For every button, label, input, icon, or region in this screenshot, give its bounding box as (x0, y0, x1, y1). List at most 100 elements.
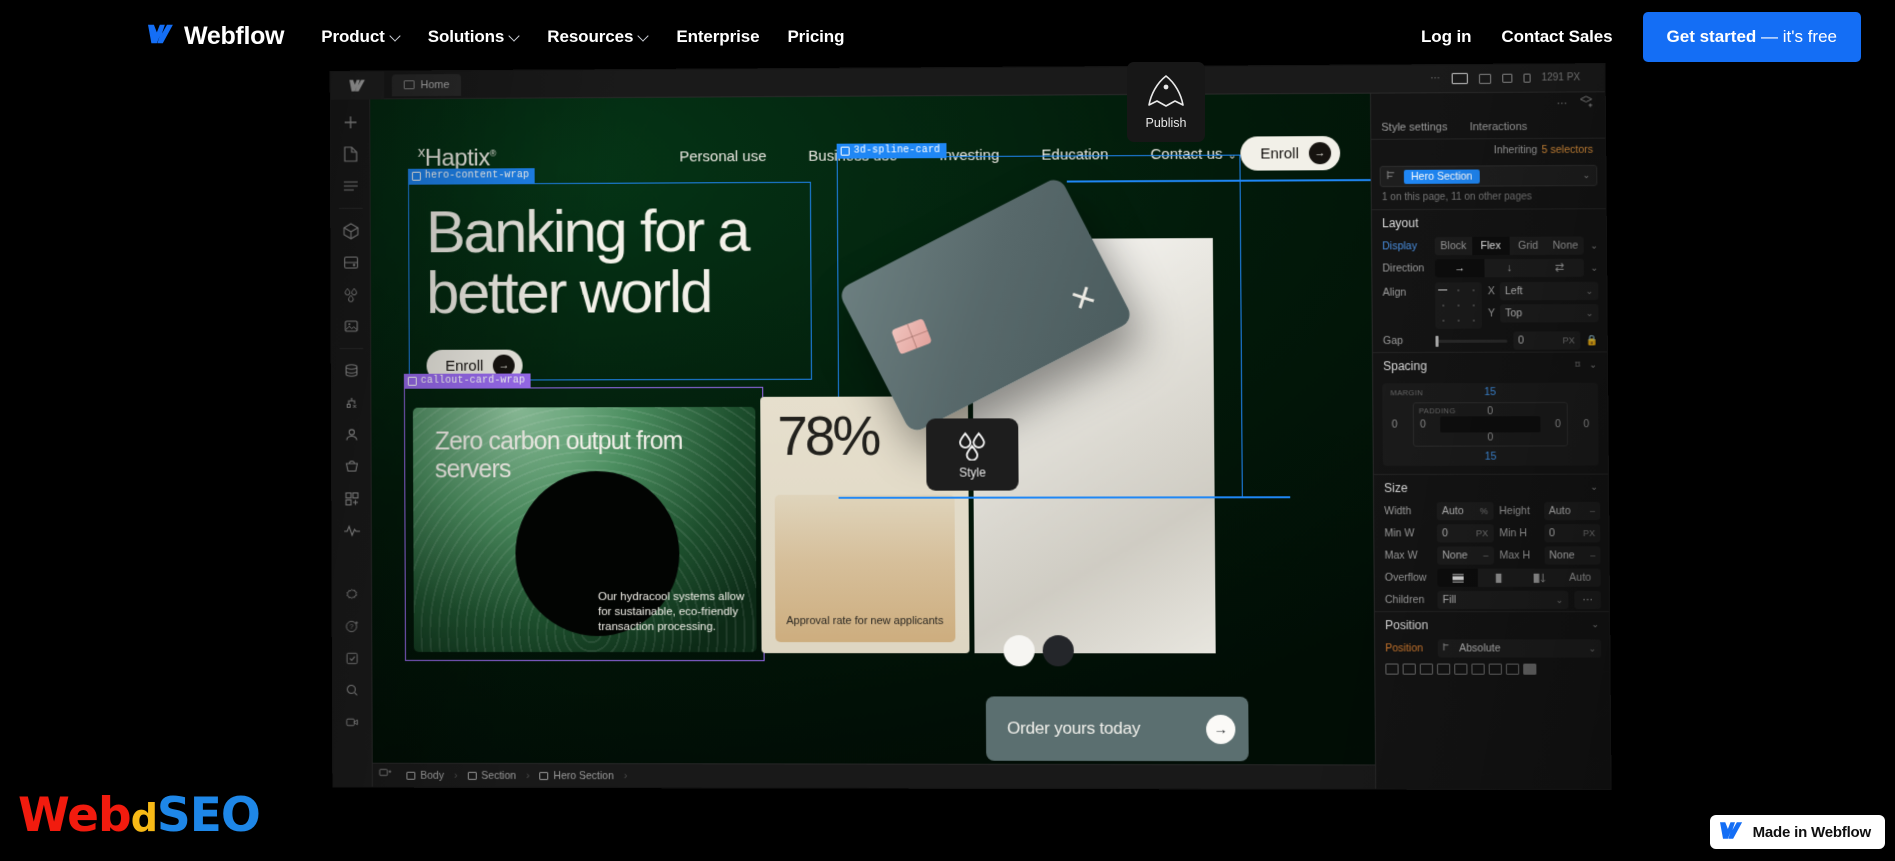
settings-icon[interactable] (337, 579, 367, 609)
anchor-full-icon[interactable] (1523, 663, 1537, 675)
selector-field[interactable]: Hero Section ⌄ (1379, 164, 1598, 188)
variables-icon[interactable] (336, 248, 366, 278)
section-header-size[interactable]: Size ⌄ (1373, 473, 1609, 501)
max-height-input[interactable]: None – (1544, 546, 1601, 565)
pages-icon[interactable] (335, 139, 365, 169)
padding-right-value[interactable]: 0 (1555, 418, 1561, 430)
align-y-select[interactable]: Top ⌄ (1500, 304, 1599, 323)
margin-top-value[interactable]: 15 (1484, 386, 1496, 398)
margin-left-value[interactable]: 0 (1392, 419, 1398, 431)
zoom-icon[interactable] (337, 675, 367, 705)
direction-option-row[interactable]: → (1434, 259, 1485, 278)
spacing-reset-icon[interactable]: ⌑ (1575, 360, 1580, 371)
mobile-portrait-icon[interactable] (1523, 73, 1531, 83)
breadcrumb-section[interactable]: Section (458, 766, 527, 784)
direction-segmented-control[interactable]: → ↓ ⇄ (1434, 258, 1585, 278)
made-in-webflow-badge[interactable]: Made in Webflow (1709, 815, 1885, 849)
nav-item-enterprise[interactable]: Enterprise (676, 27, 759, 47)
breadcrumb-body[interactable]: Body (397, 766, 454, 784)
anchor-bottom-left-icon[interactable] (1419, 663, 1434, 675)
section-header-layout[interactable]: Layout (1371, 208, 1606, 236)
audit-icon[interactable] (337, 515, 367, 545)
site-nav-enroll-button[interactable]: Enroll → (1239, 136, 1341, 171)
color-swatch-black[interactable] (1042, 635, 1074, 667)
display-option-none[interactable]: None (1547, 237, 1585, 255)
color-swatch-white[interactable] (1003, 635, 1035, 667)
chevron-down-icon[interactable]: ⌄ (1582, 170, 1590, 181)
site-nav-contact-us[interactable]: Contact us ⌄ (1150, 145, 1237, 162)
designer-canvas[interactable]: xHaptix® Personal use Business use Inves… (370, 93, 1376, 789)
chevron-down-icon[interactable]: ⌄ (1591, 619, 1599, 630)
tablet-breakpoint-icon[interactable] (1478, 73, 1491, 84)
padding-control[interactable]: PADDING 0 0 0 0 (1412, 401, 1569, 447)
align-x-select[interactable]: Left ⌄ (1499, 281, 1599, 301)
direction-option-wrap[interactable]: ⇄ (1534, 259, 1584, 277)
overflow-option-hidden[interactable] (1478, 569, 1519, 587)
site-nav-investing[interactable]: Investing (939, 146, 999, 163)
children-more-button[interactable]: ··· (1574, 590, 1601, 610)
order-yours-today-button[interactable]: Order yours today → (985, 696, 1249, 762)
section-header-spacing[interactable]: Spacing ⌑ ⌄ (1372, 351, 1608, 379)
chevron-down-icon[interactable]: ⌄ (1589, 360, 1597, 371)
breadcrumb-hero-section[interactable]: Hero Section (530, 766, 624, 784)
padding-left-value[interactable]: 0 (1420, 418, 1426, 430)
add-class-icon[interactable] (1579, 95, 1594, 111)
min-width-input[interactable]: 0 PX (1436, 524, 1494, 543)
apps-icon[interactable] (337, 483, 367, 513)
anchor-top-icon[interactable] (1505, 663, 1520, 675)
anchor-top-left-icon[interactable] (1385, 663, 1399, 675)
water-drops-icon[interactable] (336, 279, 366, 309)
login-link[interactable]: Log in (1421, 27, 1471, 47)
overflow-option-scroll[interactable] (1519, 569, 1560, 587)
logic-icon[interactable] (336, 388, 366, 418)
padding-bottom-value[interactable]: 0 (1487, 431, 1493, 443)
cms-icon[interactable] (336, 356, 366, 386)
images-icon[interactable] (336, 311, 366, 341)
display-segmented-control[interactable]: Block Flex Grid None (1434, 236, 1585, 256)
desktop-breakpoint-icon[interactable] (1451, 72, 1468, 85)
display-option-grid[interactable]: Grid (1509, 237, 1546, 255)
margin-right-value[interactable]: 0 (1583, 418, 1589, 430)
get-started-button[interactable]: Get started — it's free (1642, 11, 1861, 62)
gap-value-input[interactable]: 0 PX (1512, 331, 1581, 350)
direction-option-column[interactable]: ↓ (1485, 259, 1535, 277)
tab-style-settings[interactable]: Style settings (1381, 121, 1447, 133)
anchor-right-icon[interactable] (1471, 663, 1485, 675)
checklist-icon[interactable] (337, 643, 367, 673)
overflow-option-visible[interactable] (1437, 568, 1479, 587)
children-select[interactable]: Fill ⌄ (1437, 590, 1569, 610)
margin-bottom-value[interactable]: 15 (1485, 451, 1497, 463)
anchor-left-icon[interactable] (1454, 663, 1468, 675)
align-grid-control[interactable] (1435, 282, 1482, 329)
tab-interactions[interactable]: Interactions (1470, 120, 1528, 132)
anchor-bottom-right-icon[interactable] (1436, 663, 1451, 675)
mobile-landscape-icon[interactable] (1501, 73, 1513, 83)
height-input[interactable]: Auto – (1543, 501, 1601, 521)
selector-chip[interactable]: Hero Section (1403, 168, 1480, 184)
anchor-top-right-icon[interactable] (1402, 663, 1416, 675)
overflow-option-auto[interactable]: Auto (1560, 569, 1601, 587)
width-input[interactable]: Auto % (1436, 502, 1494, 521)
anchor-bottom-icon[interactable] (1488, 663, 1502, 675)
users-icon[interactable] (336, 420, 366, 450)
callout-card-zero-carbon[interactable]: Zero carbon output from servers Our hydr… (412, 406, 757, 653)
designer-webflow-logo-icon[interactable] (330, 71, 385, 100)
ecommerce-icon[interactable] (337, 452, 367, 482)
max-width-input[interactable]: None – (1437, 546, 1494, 565)
display-option-block[interactable]: Block (1435, 237, 1472, 255)
nav-item-product[interactable]: Product (321, 27, 400, 47)
gap-slider[interactable] (1435, 335, 1507, 347)
overflow-segmented-control[interactable]: Auto (1437, 568, 1601, 587)
position-select[interactable]: Absolute ⌄ (1437, 639, 1602, 658)
page-tab-home[interactable]: Home (391, 73, 462, 96)
video-icon[interactable] (337, 707, 367, 737)
min-height-input[interactable]: 0 PX (1543, 524, 1601, 543)
nav-item-pricing[interactable]: Pricing (787, 27, 844, 47)
site-nav-education[interactable]: Education (1041, 146, 1108, 163)
help-icon[interactable]: ? (337, 611, 367, 641)
chevron-down-icon[interactable]: ⌄ (1590, 262, 1598, 273)
ellipsis-icon[interactable]: ··· (1557, 98, 1568, 110)
spacing-control[interactable]: MARGIN 15 15 0 0 PADDING 0 0 0 0 (1382, 382, 1599, 466)
chevron-down-icon[interactable]: ⌄ (1590, 240, 1598, 251)
display-option-flex[interactable]: Flex (1471, 236, 1510, 256)
